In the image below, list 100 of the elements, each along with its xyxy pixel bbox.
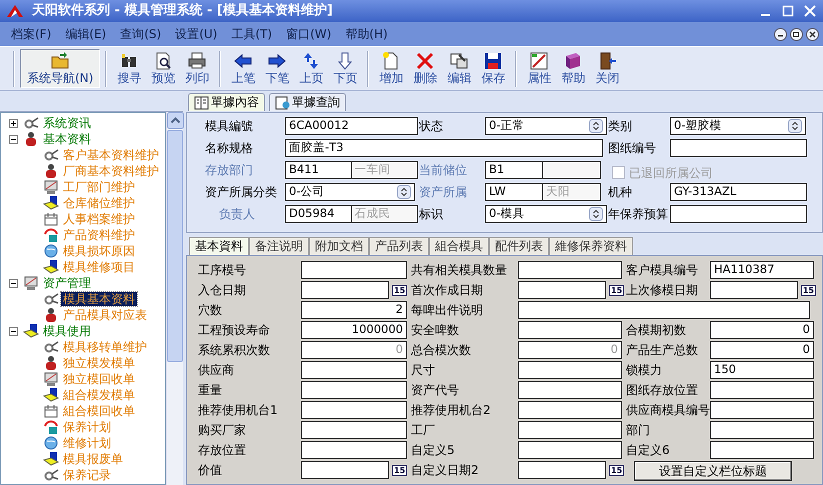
toolbar-button[interactable]: 上页: [294, 49, 328, 88]
calendar-button[interactable]: 15: [800, 285, 816, 296]
tree-item[interactable]: 模具基本资料: [61, 292, 137, 306]
tab[interactable]: 备注说明: [249, 237, 309, 255]
menu-item[interactable]: 查询(S): [113, 26, 168, 42]
tab[interactable]: 單據查詢: [269, 93, 346, 111]
scrollbar[interactable]: [166, 112, 183, 485]
date-field[interactable]: [518, 281, 606, 299]
calendar-button[interactable]: 15: [392, 465, 408, 476]
toolbar-button[interactable]: 编辑: [442, 49, 476, 88]
toolbar-button[interactable]: 上笔: [226, 49, 260, 88]
tree-item[interactable]: 模具使用: [41, 324, 93, 338]
menu-item[interactable]: 工具(T): [224, 26, 280, 42]
tab[interactable]: 維修保养资料: [549, 237, 633, 255]
toolbar-button[interactable]: 删除: [408, 49, 442, 88]
toolbar-button[interactable]: 下页: [328, 49, 362, 88]
input-field[interactable]: [518, 421, 622, 439]
input-field[interactable]: [710, 441, 814, 459]
input-field[interactable]: [710, 421, 814, 439]
menu-item[interactable]: 档案(F): [4, 26, 58, 42]
input-field[interactable]: [301, 441, 407, 459]
tab[interactable]: 組合模具: [429, 237, 489, 255]
input-field[interactable]: [301, 421, 407, 439]
restore-icon[interactable]: [790, 28, 803, 40]
toolbar-button[interactable]: 列印: [180, 49, 214, 88]
expander-icon[interactable]: [9, 278, 18, 288]
input-field[interactable]: [518, 401, 622, 419]
code-field[interactable]: D05984: [285, 205, 352, 223]
date-field[interactable]: [518, 461, 606, 479]
input-field[interactable]: [518, 381, 622, 399]
tab[interactable]: 配件列表: [489, 237, 549, 255]
field-label[interactable]: 当前储位: [419, 161, 485, 183]
toolbar-button[interactable]: 属性: [522, 49, 556, 88]
dropdown[interactable]: 0-模具: [485, 205, 607, 223]
expander-icon[interactable]: [9, 118, 18, 128]
date-field[interactable]: [301, 281, 389, 299]
tab[interactable]: 基本資料: [189, 237, 249, 255]
input-field[interactable]: [710, 381, 814, 399]
toolbar-button[interactable]: 增加: [374, 49, 408, 88]
input-field[interactable]: [518, 321, 622, 339]
input-field[interactable]: [518, 361, 622, 379]
input-field[interactable]: [301, 381, 407, 399]
calendar-button[interactable]: 15: [609, 285, 624, 296]
input-field[interactable]: 面胶盖-T3: [285, 139, 603, 157]
toolbar-button[interactable]: 搜寻: [112, 49, 146, 88]
input-field[interactable]: 0: [710, 321, 814, 339]
menu-item[interactable]: 编辑(E): [58, 26, 114, 42]
input-field[interactable]: [301, 361, 407, 379]
tree-item[interactable]: 基本资料: [41, 132, 93, 146]
name-field: 石成民: [352, 205, 418, 223]
tab[interactable]: 附加文档: [309, 237, 369, 255]
dropdown[interactable]: 0-公司: [285, 183, 415, 201]
dropdown[interactable]: 0-塑胶模: [670, 117, 806, 135]
input-field[interactable]: 0: [710, 341, 814, 359]
date-field[interactable]: [710, 281, 798, 299]
menu-item[interactable]: 设置(U): [168, 26, 224, 42]
input-field[interactable]: [301, 401, 407, 419]
toolbar-button[interactable]: 保存: [476, 49, 510, 88]
close-icon[interactable]: [806, 28, 819, 40]
scroll-thumb[interactable]: [167, 130, 183, 362]
input-field[interactable]: [670, 139, 807, 157]
maximize-icon[interactable]: [781, 4, 795, 18]
toolbar-button[interactable]: 预览: [146, 49, 180, 88]
calendar-button[interactable]: 15: [392, 285, 408, 296]
toolbar-button[interactable]: 系统导航(N): [20, 49, 100, 88]
input-field[interactable]: [301, 261, 407, 279]
calendar-button[interactable]: 15: [609, 465, 624, 476]
tab[interactable]: 产品列表: [369, 237, 429, 255]
input-field[interactable]: [518, 261, 622, 279]
code-field[interactable]: B411: [285, 161, 352, 179]
field-label[interactable]: 存放部门: [205, 161, 285, 183]
input-field[interactable]: 1000000: [301, 321, 407, 339]
input-field[interactable]: [670, 205, 807, 223]
tree-item[interactable]: 资产管理: [41, 276, 93, 290]
input-field[interactable]: GY-313AZL: [670, 183, 807, 201]
tab[interactable]: 單據內容: [188, 93, 265, 111]
input-field[interactable]: 150: [710, 361, 814, 379]
input-field[interactable]: [518, 441, 622, 459]
field-label[interactable]: 负责人: [205, 205, 285, 227]
toolbar-button[interactable]: 帮助: [556, 49, 590, 88]
input-field[interactable]: HA110387: [710, 261, 814, 279]
expander-icon[interactable]: [9, 134, 18, 144]
toolbar-button[interactable]: 下笔: [260, 49, 294, 88]
date-field[interactable]: [301, 461, 389, 479]
custom-titles-button[interactable]: 设置自定义栏位标题: [634, 461, 792, 481]
input-field[interactable]: [518, 301, 810, 319]
expander-icon[interactable]: [9, 326, 18, 336]
menu-item[interactable]: 帮助(H): [338, 26, 395, 42]
scroll-up-icon[interactable]: [167, 112, 184, 129]
code-field[interactable]: LW: [485, 183, 543, 201]
dropdown[interactable]: 0-正常: [485, 117, 607, 135]
minimize-icon[interactable]: [774, 28, 787, 40]
field-label[interactable]: 资产所属: [419, 183, 485, 205]
toolbar-button[interactable]: 关闭: [590, 49, 624, 88]
input-field[interactable]: [710, 401, 814, 419]
tree-item[interactable]: 系统资讯: [41, 116, 93, 130]
code-field[interactable]: B1: [485, 161, 543, 179]
input-field[interactable]: 6CA00012: [285, 117, 418, 135]
menu-item[interactable]: 窗口(W): [279, 26, 338, 42]
input-field[interactable]: 2: [301, 301, 407, 319]
